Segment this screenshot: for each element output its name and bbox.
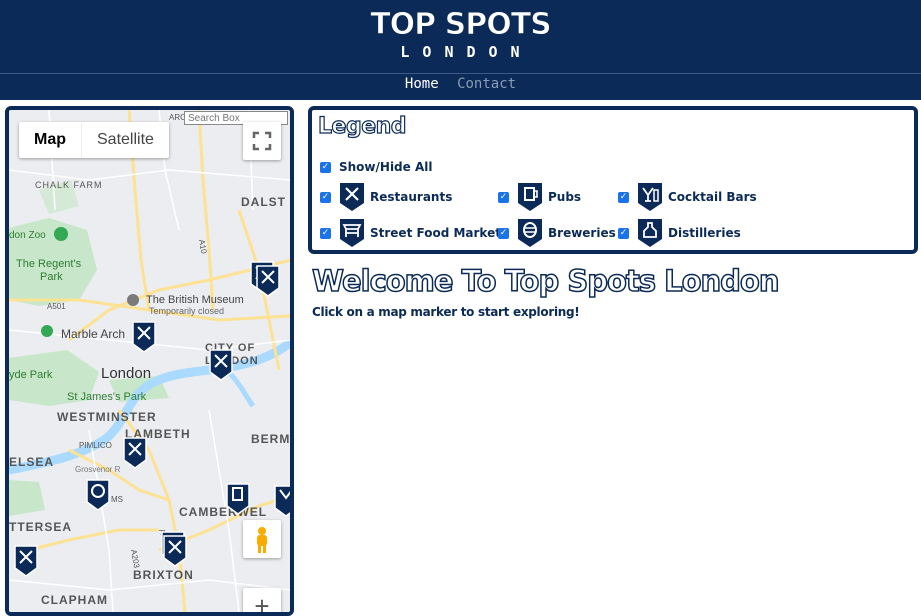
legend-item-distilleries[interactable]: ✓ Distilleries <box>618 218 741 248</box>
restaurant-icon <box>340 183 364 211</box>
distilleries-label: Distilleries <box>668 226 741 240</box>
pubs-label: Pubs <box>548 190 582 204</box>
map-type-map-button[interactable]: Map <box>19 122 81 158</box>
logo-subtitle: LONDON <box>400 43 533 61</box>
legend-item-breweries[interactable]: ✓ Breweries <box>498 218 616 248</box>
legend-item-restaurants[interactable]: ✓ Restaurants <box>320 182 452 212</box>
zoo-poi-icon[interactable] <box>54 227 68 241</box>
label-westminster: WESTMINSTER <box>57 410 157 424</box>
pub-icon <box>518 183 542 211</box>
label-regents-park-2: Park <box>40 271 63 283</box>
cocktail-bars-checkbox[interactable]: ✓ <box>618 191 629 203</box>
label-camberwell: CAMBERWEL <box>179 505 267 519</box>
pubs-checkbox[interactable]: ✓ <box>498 191 509 203</box>
welcome-subtitle: Click on a map marker to start exploring… <box>312 305 580 319</box>
label-pimlico: PIMLICO <box>79 441 112 450</box>
label-hyde-park: yde Park <box>9 369 53 381</box>
logo-title[interactable]: TOP SPOTS <box>0 7 921 43</box>
cocktail-bars-label: Cocktail Bars <box>668 190 757 204</box>
street-food-icon <box>340 219 364 247</box>
header-divider <box>0 73 921 74</box>
label-grosvenor-road: Grosvenor R <box>75 465 121 474</box>
label-bermondsey: BERM <box>251 432 290 446</box>
restaurants-checkbox[interactable]: ✓ <box>320 191 331 203</box>
label-st-james-park: St James's Park <box>67 391 147 403</box>
show-hide-all-checkbox[interactable]: ✓ <box>320 161 331 173</box>
main-nav: Home Contact <box>0 76 921 92</box>
legend-item-cocktail-bars[interactable]: ✓ Cocktail Bars <box>618 182 757 212</box>
show-hide-all-label: Show/Hide All <box>339 160 433 174</box>
map-type-satellite-button[interactable]: Satellite <box>81 122 169 158</box>
distilleries-checkbox[interactable]: ✓ <box>618 227 629 239</box>
museum-poi-icon[interactable] <box>127 294 139 306</box>
label-regents-park-1: The Regent's <box>16 258 82 270</box>
distillery-icon <box>638 219 662 247</box>
brewery-icon <box>518 219 542 247</box>
map-type-control: Map Satellite <box>19 122 169 158</box>
marble-arch-poi-icon[interactable] <box>41 325 53 337</box>
label-a501: A501 <box>47 302 66 311</box>
fullscreen-button[interactable] <box>243 122 281 160</box>
label-nine-elms: MS <box>111 495 123 504</box>
label-chelsea: ELSEA <box>9 455 54 469</box>
nav-home-link[interactable]: Home <box>405 76 439 92</box>
street-food-markets-label: Street Food Markets <box>370 226 509 240</box>
label-clapham: CLAPHAM <box>41 593 108 607</box>
pegman-icon <box>257 527 267 553</box>
street-food-markets-checkbox[interactable]: ✓ <box>320 227 331 239</box>
label-chalk-farm: CHALK FARM <box>35 180 103 190</box>
nav-contact-link[interactable]: Contact <box>457 76 516 92</box>
legend-panel: Legend ✓ Show/Hide All ✓ Restaurants ✓ P… <box>308 106 918 254</box>
cocktail-icon <box>638 183 662 211</box>
breweries-label: Breweries <box>548 226 616 240</box>
label-british-museum: The British Museum <box>146 294 244 306</box>
restaurants-label: Restaurants <box>370 190 453 204</box>
legend-show-hide-all[interactable]: ✓ Show/Hide All <box>320 160 432 174</box>
legend-item-street-food-markets[interactable]: ✓ Street Food Markets <box>320 218 508 248</box>
street-view-pegman-button[interactable] <box>243 520 281 558</box>
zoom-in-button[interactable]: + <box>243 588 281 612</box>
label-london: London <box>101 365 151 382</box>
label-marble-arch: Marble Arch <box>61 327 125 341</box>
welcome-heading: Welcome To Top Spots London <box>311 263 780 299</box>
legend-item-pubs[interactable]: ✓ Pubs <box>498 182 581 212</box>
label-dalston: DALST <box>241 195 286 209</box>
label-battersea: TTERSEA <box>9 520 72 534</box>
legend-title: Legend <box>317 113 407 139</box>
label-british-museum-status: Temporarily closed <box>149 306 224 316</box>
battersea-park-area <box>9 480 45 516</box>
site-header: TOP SPOTS LONDON Home Contact <box>0 0 921 100</box>
breweries-checkbox[interactable]: ✓ <box>498 227 509 239</box>
label-brixton: BRIXTON <box>133 568 194 582</box>
label-london-zoo: don Zoo <box>9 230 46 241</box>
fullscreen-icon <box>252 131 272 151</box>
map-panel[interactable]: ARCHWAY DALST CHALK FARM don Zoo The Reg… <box>5 106 294 616</box>
